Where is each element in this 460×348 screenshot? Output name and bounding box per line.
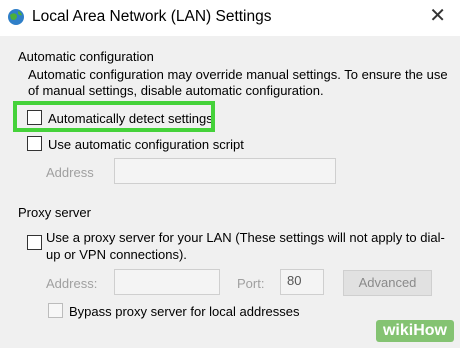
port-label: Port: bbox=[237, 276, 265, 291]
close-icon[interactable]: ✕ bbox=[429, 6, 446, 26]
use-proxy-checkbox-row[interactable] bbox=[27, 235, 48, 251]
wikihow-watermark: wikiHow bbox=[375, 320, 454, 342]
use-proxy-checkbox[interactable] bbox=[27, 235, 42, 250]
network-globe-icon bbox=[8, 9, 24, 25]
port-field[interactable]: 80 bbox=[280, 269, 324, 295]
proxy-address-field[interactable] bbox=[114, 269, 220, 295]
highlight-box bbox=[13, 101, 215, 132]
bypass-label: Bypass proxy server for local addresses bbox=[69, 304, 300, 319]
automatic-configuration-heading: Automatic configuration bbox=[18, 49, 154, 64]
bypass-row[interactable]: Bypass proxy server for local addresses bbox=[48, 303, 299, 319]
bypass-checkbox[interactable] bbox=[48, 303, 63, 318]
automatic-configuration-description: Automatic configuration may override man… bbox=[28, 67, 448, 98]
config-script-label: Use automatic configuration script bbox=[48, 137, 244, 152]
proxy-server-heading: Proxy server bbox=[18, 205, 91, 220]
config-script-row[interactable]: Use automatic configuration script bbox=[27, 136, 244, 152]
script-address-label: Address bbox=[46, 165, 94, 180]
proxy-address-label: Address: bbox=[46, 276, 98, 291]
advanced-button[interactable]: Advanced bbox=[343, 270, 432, 296]
window-title: Local Area Network (LAN) Settings bbox=[32, 8, 272, 25]
title-bar: Local Area Network (LAN) Settings ✕ bbox=[0, 0, 460, 36]
use-proxy-label: Use a proxy server for your LAN (These s… bbox=[46, 230, 445, 262]
config-script-checkbox[interactable] bbox=[27, 136, 42, 151]
script-address-field[interactable] bbox=[114, 158, 336, 184]
